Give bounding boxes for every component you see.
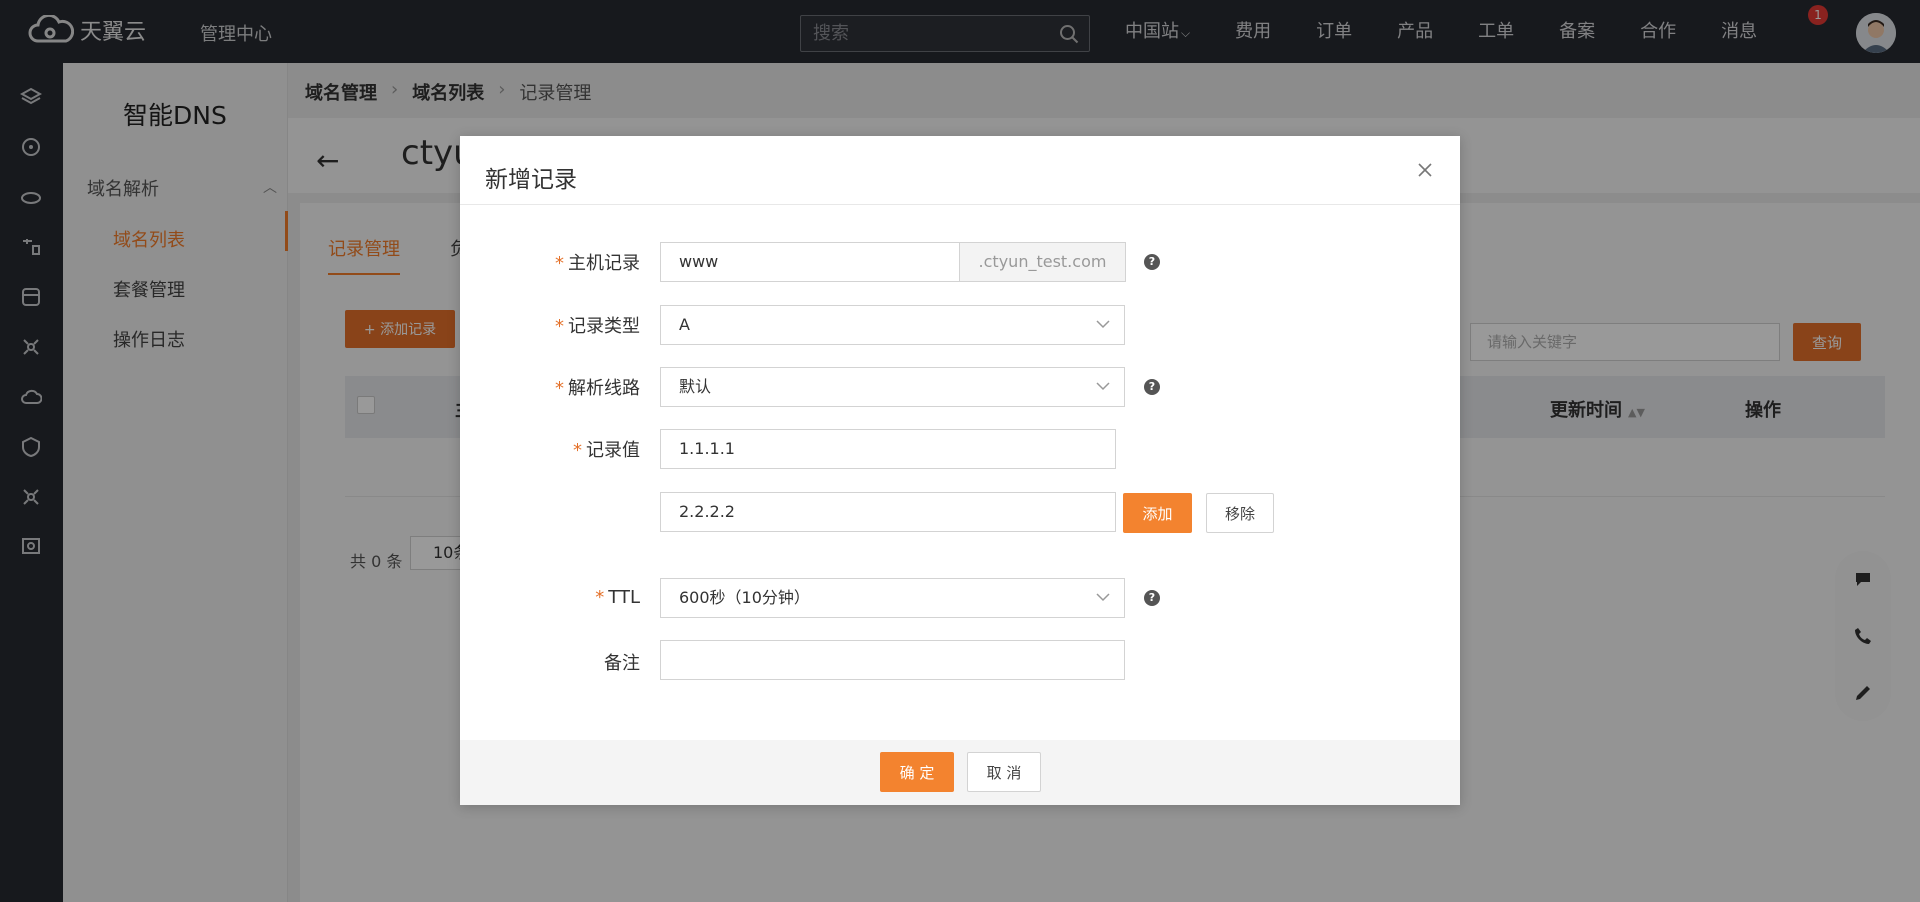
record-type-select[interactable]: A — [660, 305, 1125, 345]
resolution-line-select[interactable]: 默认 — [660, 367, 1125, 407]
resolution-line-label: * 解析线路 — [555, 378, 640, 399]
dialog-footer: 确 定 取 消 — [460, 740, 1460, 805]
record-value-label: * 记录值 — [573, 440, 640, 461]
remove-value-button[interactable]: 移除 — [1206, 493, 1274, 533]
ttl-label: * TTL — [595, 587, 640, 608]
host-record-input[interactable]: www — [660, 242, 960, 282]
record-value-input-1[interactable]: 1.1.1.1 — [660, 429, 1116, 469]
chevron-down-icon — [1096, 320, 1110, 329]
add-value-button[interactable]: 添加 — [1123, 493, 1192, 533]
ttl-help-icon[interactable]: ? — [1144, 590, 1160, 606]
add-record-dialog: 新增记录 * 主机记录 www .ctyun_test.com ? * 记录类型 A… — [460, 136, 1460, 805]
ttl-select[interactable]: 600秒（10分钟） — [660, 578, 1125, 618]
confirm-button[interactable]: 确 定 — [880, 752, 954, 792]
dialog-title: 新增记录 — [485, 167, 577, 193]
host-help-icon[interactable]: ? — [1144, 254, 1160, 270]
dialog-header: 新增记录 — [460, 136, 1460, 205]
chevron-down-icon — [1096, 382, 1110, 391]
host-domain-suffix: .ctyun_test.com — [959, 242, 1126, 282]
host-record-label: * 主机记录 — [555, 253, 640, 274]
remark-label: 备注 — [604, 653, 640, 674]
remark-input[interactable] — [660, 640, 1125, 680]
chevron-down-icon — [1096, 593, 1110, 602]
record-value-input-2[interactable]: 2.2.2.2 — [660, 492, 1116, 532]
record-type-label: * 记录类型 — [555, 316, 640, 337]
line-help-icon[interactable]: ? — [1144, 379, 1160, 395]
cancel-button[interactable]: 取 消 — [967, 752, 1041, 792]
close-icon[interactable] — [1415, 160, 1435, 180]
